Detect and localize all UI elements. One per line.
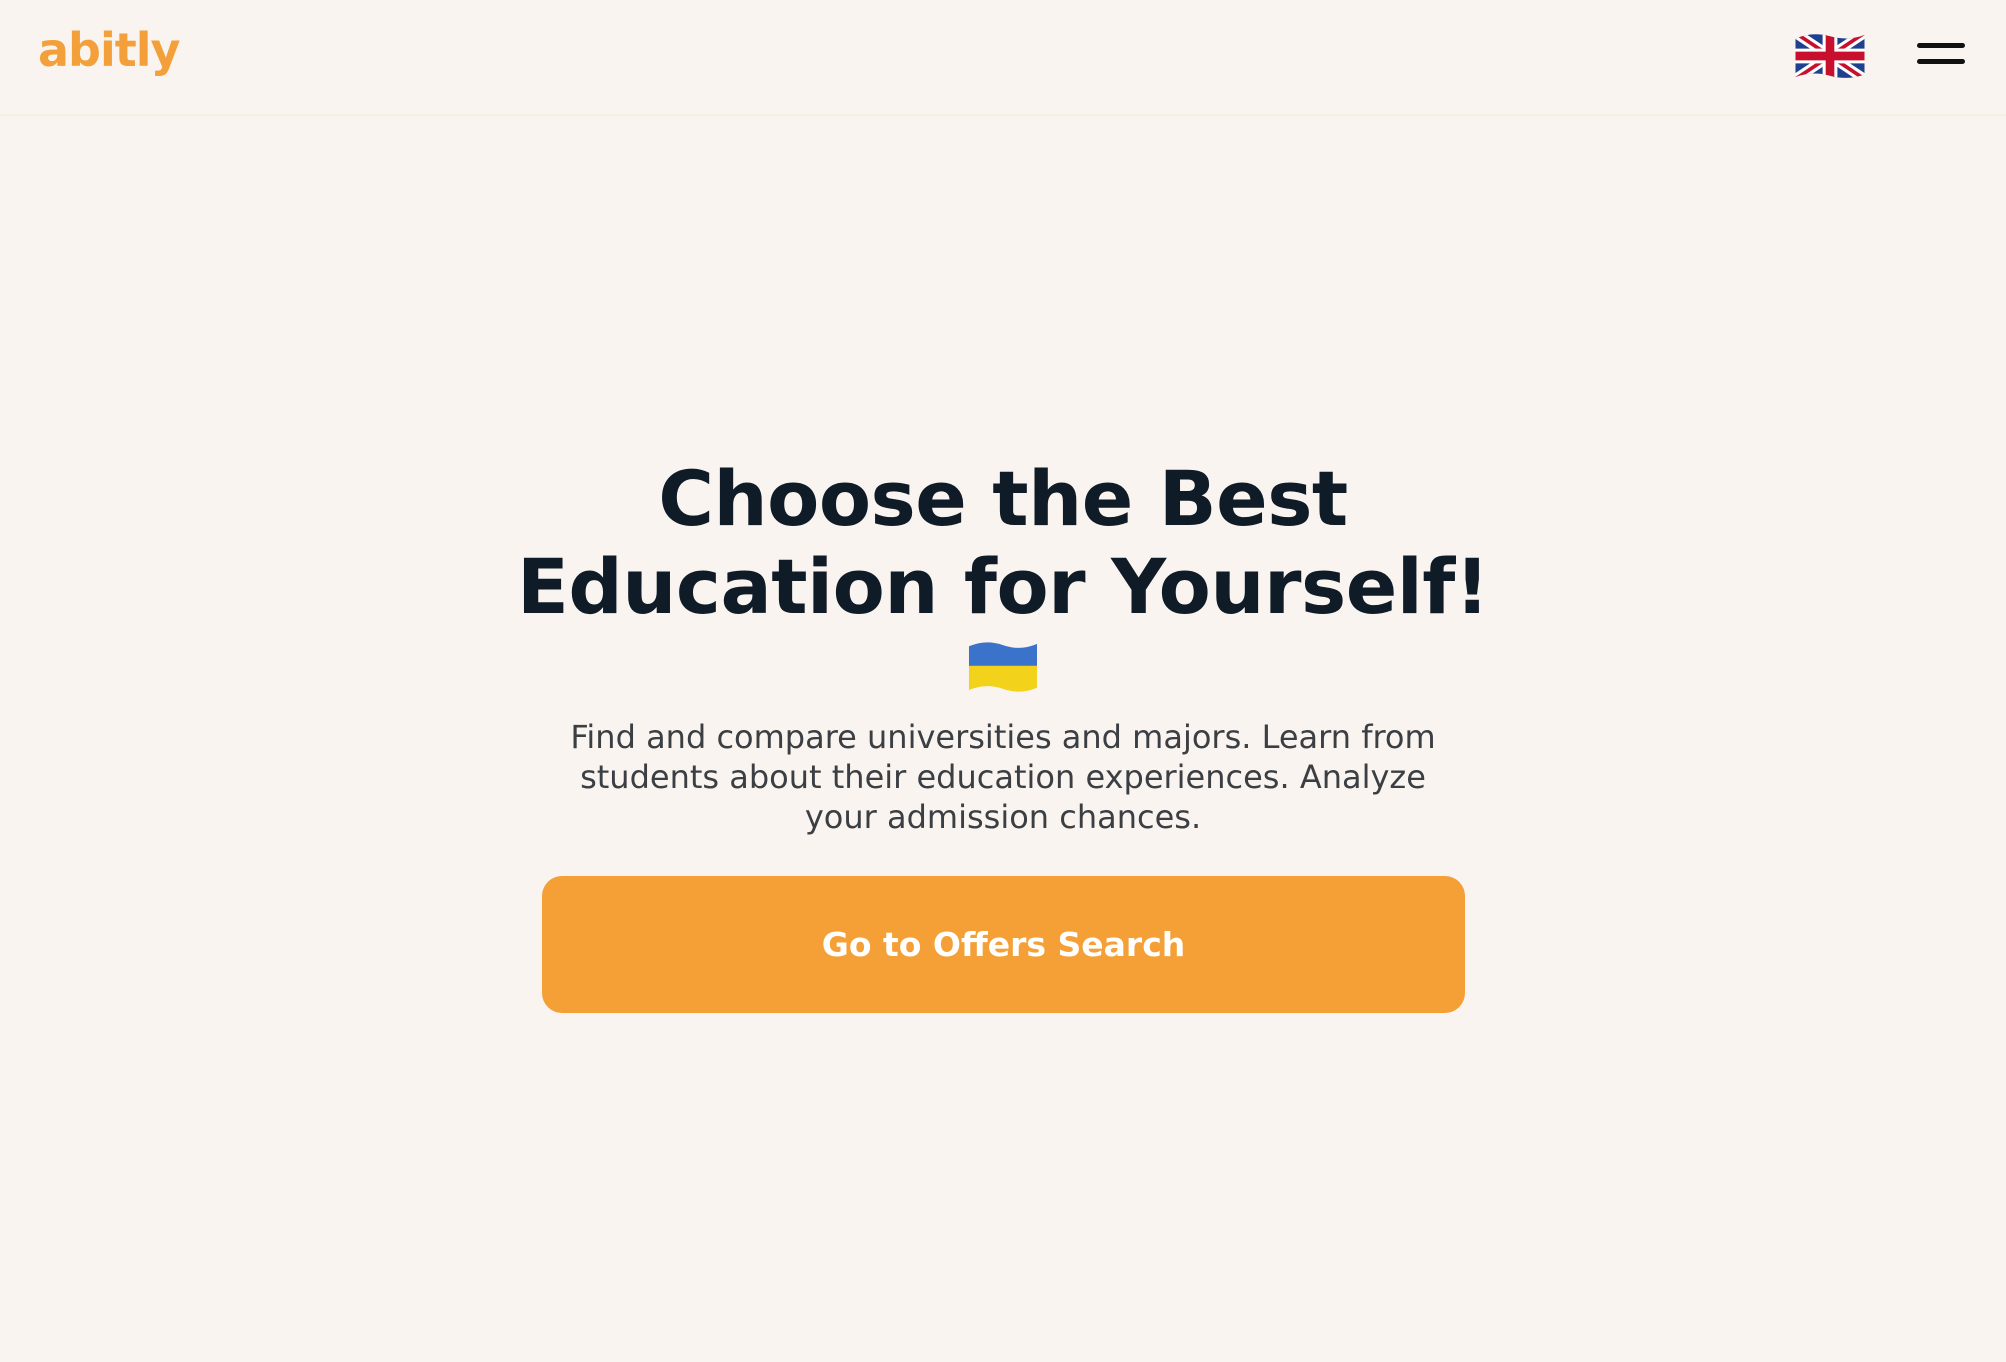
hamburger-menu-button[interactable]	[1914, 38, 1968, 72]
go-to-offers-search-button[interactable]: Go to Offers Search	[542, 876, 1465, 1013]
abitly-logo[interactable]: abitly	[38, 20, 180, 80]
hamburger-menu-icon	[1917, 43, 1965, 48]
top-navbar: abitly	[0, 0, 2006, 116]
page: abitly Choose the Best Education for You…	[0, 0, 2006, 1362]
uk-flag-icon	[1795, 34, 1865, 78]
hero-section: Choose the Best Education for Yourself! …	[0, 455, 2006, 837]
page-title: Choose the Best Education for Yourself!	[516, 454, 1490, 631]
hero-subtitle: Find and compare universities and majors…	[570, 718, 1436, 836]
ukraine-flag-icon	[968, 642, 1038, 692]
language-switcher-button[interactable]	[1793, 29, 1867, 83]
